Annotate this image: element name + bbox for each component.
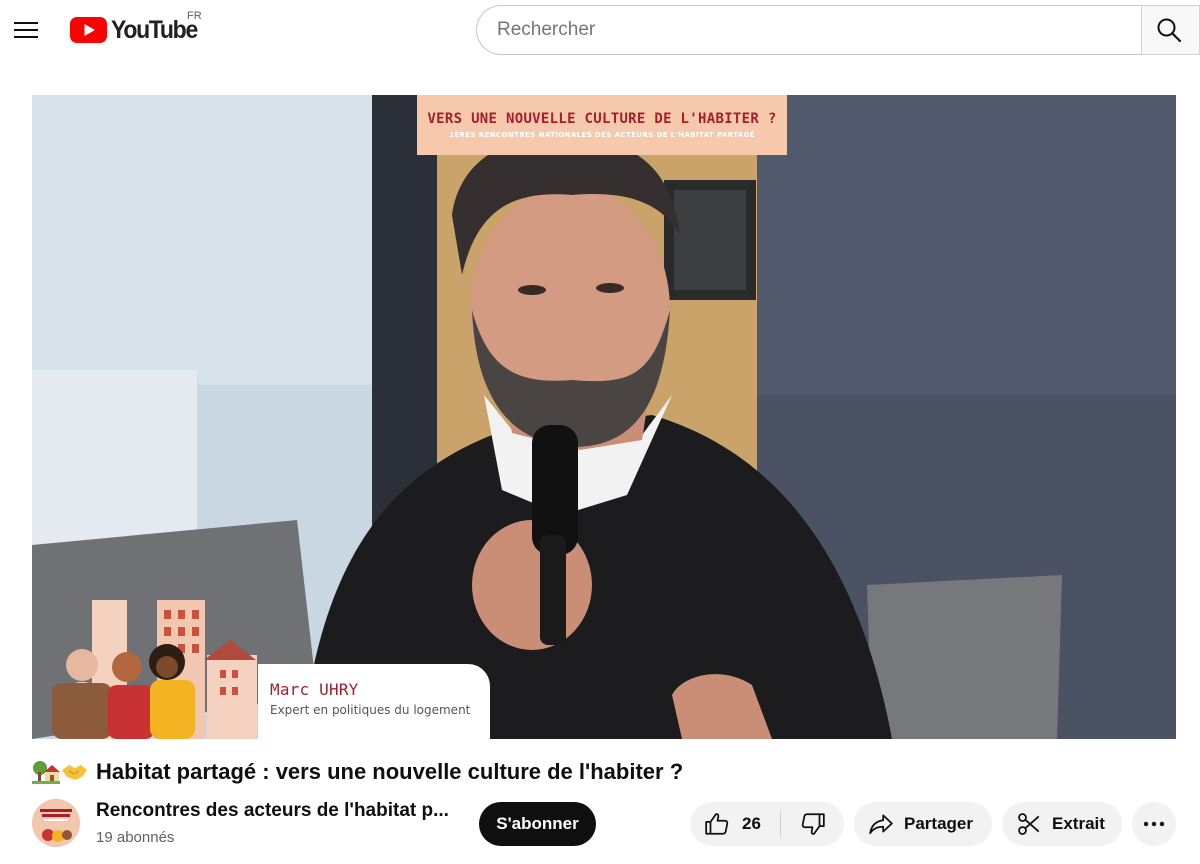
country-code: FR [187, 10, 202, 22]
more-actions-button[interactable] [1132, 802, 1176, 846]
share-label: Partager [904, 814, 973, 833]
masthead: YouTube FR [0, 0, 1200, 60]
video-title: Habitat partagé : vers une nouvelle cult… [96, 759, 684, 784]
share-button[interactable]: Partager [854, 802, 992, 846]
like-dislike-group: 26 [690, 802, 844, 846]
channel-name[interactable]: Rencontres des acteurs de l'habitat p... [96, 800, 456, 822]
clip-button[interactable]: Extrait [1002, 802, 1122, 846]
share-icon [869, 814, 893, 835]
more-horizontal-icon [1143, 821, 1165, 827]
search-icon [1157, 18, 1181, 43]
banner-subtitle: 1ÈRES RENCONTRES NATIONALES DES ACTEURS … [449, 131, 755, 139]
speaker-name: Marc UHRY [270, 680, 359, 699]
logo-text: YouTube [111, 15, 198, 44]
like-button[interactable]: 26 [690, 802, 780, 846]
like-count: 26 [742, 814, 761, 833]
video-player[interactable]: VERS UNE NOUVELLE CULTURE DE L'HABITER ?… [32, 95, 1176, 739]
subscriber-count: 19 abonnés [96, 829, 175, 846]
channel-avatar[interactable] [32, 799, 80, 847]
subscribe-button[interactable]: S'abonner [479, 802, 596, 846]
search-box [476, 5, 1200, 55]
dislike-button[interactable] [781, 802, 844, 846]
menu-icon[interactable] [8, 12, 44, 48]
video-title-row: Habitat partagé : vers une nouvelle cult… [32, 757, 1182, 787]
thumbs-up-icon [705, 813, 729, 835]
video-frame [32, 95, 1176, 739]
handshake-icon [62, 765, 87, 780]
owner-row: Rencontres des acteurs de l'habitat p...… [32, 797, 1200, 853]
thumbs-down-icon [801, 813, 825, 835]
youtube-play-icon [70, 17, 107, 43]
speaker-role: Expert en politiques du logement [270, 703, 471, 717]
search-button[interactable] [1140, 5, 1200, 55]
youtube-logo[interactable]: YouTube [70, 14, 204, 46]
house-with-garden-icon [32, 761, 60, 784]
event-banner: VERS UNE NOUVELLE CULTURE DE L'HABITER ?… [417, 95, 787, 155]
banner-title: VERS UNE NOUVELLE CULTURE DE L'HABITER ? [427, 111, 777, 127]
clip-label: Extrait [1052, 814, 1105, 833]
title-emojis [32, 760, 88, 784]
search-input[interactable] [476, 5, 1141, 55]
scissors-icon [1018, 813, 1040, 835]
speaker-lower-third: Marc UHRY Expert en politiques du logeme… [258, 664, 490, 739]
